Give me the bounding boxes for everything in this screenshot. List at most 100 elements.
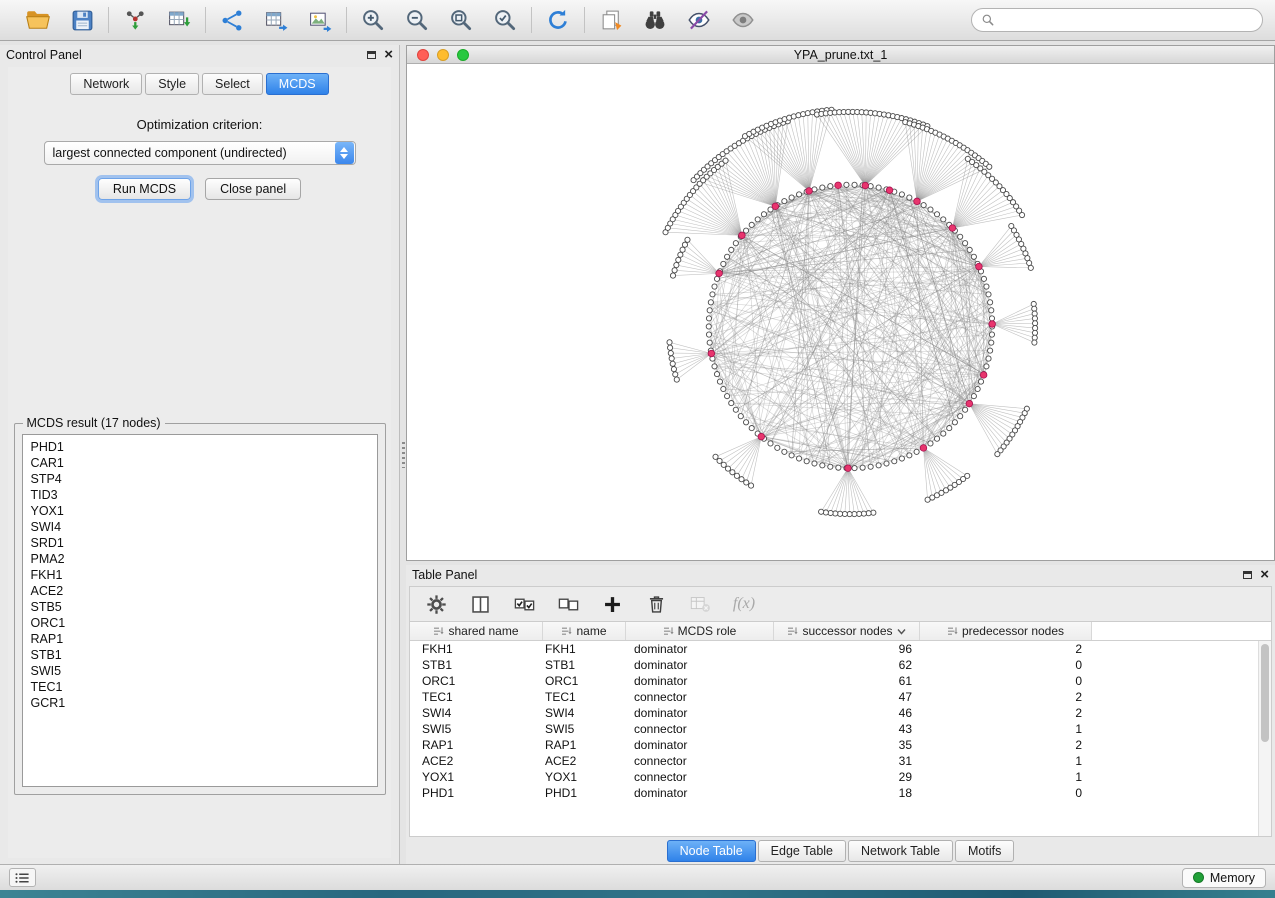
table-cell[interactable]: SWI4 — [410, 705, 543, 721]
table-cell[interactable]: 1 — [920, 753, 1092, 769]
table-cell[interactable]: 43 — [774, 721, 920, 737]
table-row[interactable]: ACE2ACE2connector311 — [410, 753, 1271, 769]
table-cell[interactable]: SWI5 — [410, 721, 543, 737]
tab-motifs[interactable]: Motifs — [955, 840, 1014, 862]
table-cell[interactable]: ACE2 — [410, 753, 543, 769]
mcds-result-item[interactable]: STB5 — [31, 599, 377, 615]
search-input[interactable] — [1001, 13, 1253, 27]
tab-network[interactable]: Network — [70, 73, 142, 95]
table-cell[interactable]: dominator — [626, 785, 774, 801]
network-canvas[interactable] — [407, 64, 1274, 560]
mcds-result-item[interactable]: FKH1 — [31, 567, 377, 583]
table-cell[interactable]: 31 — [774, 753, 920, 769]
mcds-result-item[interactable]: YOX1 — [31, 503, 377, 519]
delete-table-button[interactable] — [688, 592, 712, 616]
show-columns-button[interactable] — [468, 592, 492, 616]
table-cell[interactable]: RAP1 — [543, 737, 626, 753]
copy-button[interactable] — [597, 6, 625, 34]
table-cell[interactable]: dominator — [626, 673, 774, 689]
mcds-result-item[interactable]: STP4 — [31, 471, 377, 487]
table-cell[interactable]: PHD1 — [410, 785, 543, 801]
search-objects-button[interactable] — [641, 6, 669, 34]
table-cell[interactable]: connector — [626, 721, 774, 737]
import-table-button[interactable] — [165, 6, 193, 34]
table-row[interactable]: RAP1RAP1dominator352 — [410, 737, 1271, 753]
table-cell[interactable]: connector — [626, 689, 774, 705]
apply-layout-button[interactable] — [544, 6, 572, 34]
table-cell[interactable]: TEC1 — [543, 689, 626, 705]
table-cell[interactable]: 1 — [920, 721, 1092, 737]
table-row[interactable]: PHD1PHD1dominator180 — [410, 785, 1271, 801]
zoom-in-button[interactable] — [359, 6, 387, 34]
tab-node-table[interactable]: Node Table — [667, 840, 756, 862]
table-scrollbar[interactable] — [1258, 641, 1271, 836]
close-panel-button[interactable]: × — [384, 49, 393, 61]
tab-style[interactable]: Style — [145, 73, 199, 95]
table-row[interactable]: FKH1FKH1dominator962 — [410, 641, 1271, 657]
table-cell[interactable]: TEC1 — [410, 689, 543, 705]
tab-select[interactable]: Select — [202, 73, 263, 95]
table-cell[interactable]: SWI5 — [543, 721, 626, 737]
table-cell[interactable]: 96 — [774, 641, 920, 657]
mcds-result-list[interactable]: PHD1CAR1STP4TID3YOX1SWI4SRD1PMA2FKH1ACE2… — [22, 434, 378, 787]
tab-edge-table[interactable]: Edge Table — [758, 840, 846, 862]
table-cell[interactable]: 29 — [774, 769, 920, 785]
function-builder-button[interactable]: f(x) — [732, 592, 756, 616]
float-table-panel-button[interactable] — [1243, 571, 1252, 579]
table-cell[interactable]: FKH1 — [543, 641, 626, 657]
mcds-result-item[interactable]: ACE2 — [31, 583, 377, 599]
mcds-result-item[interactable]: GCR1 — [31, 695, 377, 711]
import-network-button[interactable] — [121, 6, 149, 34]
delete-column-button[interactable] — [644, 592, 668, 616]
table-cell[interactable]: ORC1 — [543, 673, 626, 689]
table-cell[interactable]: RAP1 — [410, 737, 543, 753]
network-graph[interactable] — [407, 64, 1274, 560]
table-row[interactable]: SWI5SWI5connector431 — [410, 721, 1271, 737]
table-cell[interactable]: 2 — [920, 641, 1092, 657]
zoom-fit-button[interactable] — [447, 6, 475, 34]
task-history-button[interactable] — [9, 868, 36, 887]
table-cell[interactable]: ORC1 — [410, 673, 543, 689]
table-cell[interactable]: 2 — [920, 737, 1092, 753]
table-cell[interactable]: 0 — [920, 657, 1092, 673]
table-cell[interactable]: 0 — [920, 673, 1092, 689]
mcds-result-item[interactable]: PHD1 — [31, 439, 377, 455]
table-cell[interactable]: 0 — [920, 785, 1092, 801]
table-cell[interactable]: 1 — [920, 769, 1092, 785]
table-cell[interactable]: 47 — [774, 689, 920, 705]
table-row[interactable]: TEC1TEC1connector472 — [410, 689, 1271, 705]
table-cell[interactable]: ACE2 — [543, 753, 626, 769]
zoom-out-button[interactable] — [403, 6, 431, 34]
show-all-button[interactable] — [729, 6, 757, 34]
export-table-button[interactable] — [262, 6, 290, 34]
mcds-result-item[interactable]: SWI4 — [31, 519, 377, 535]
network-window-titlebar[interactable]: YPA_prune.txt_1 — [407, 46, 1274, 64]
window-close-button[interactable] — [417, 49, 429, 61]
close-panel-action-button[interactable]: Close panel — [205, 178, 301, 200]
column-header-predecessor-nodes[interactable]: predecessor nodes — [920, 622, 1092, 640]
export-network-button[interactable] — [218, 6, 246, 34]
table-scrollbar-thumb[interactable] — [1261, 644, 1269, 742]
column-header-successor-nodes[interactable]: successor nodes — [774, 622, 920, 640]
run-mcds-button[interactable]: Run MCDS — [98, 178, 191, 200]
mcds-result-item[interactable]: TID3 — [31, 487, 377, 503]
table-cell[interactable]: STB1 — [410, 657, 543, 673]
column-header-mcds-role[interactable]: MCDS role — [626, 622, 774, 640]
table-cell[interactable]: 2 — [920, 705, 1092, 721]
add-column-button[interactable] — [600, 592, 624, 616]
table-cell[interactable]: connector — [626, 769, 774, 785]
float-panel-button[interactable] — [367, 51, 376, 59]
open-file-button[interactable] — [24, 6, 52, 34]
column-header-shared-name[interactable]: shared name — [410, 622, 543, 640]
table-cell[interactable]: 62 — [774, 657, 920, 673]
table-cell[interactable]: 2 — [920, 689, 1092, 705]
deselect-all-button[interactable] — [556, 592, 580, 616]
table-cell[interactable]: dominator — [626, 737, 774, 753]
memory-button[interactable]: Memory — [1182, 868, 1266, 888]
mcds-result-item[interactable]: PMA2 — [31, 551, 377, 567]
zoom-selected-button[interactable] — [491, 6, 519, 34]
table-cell[interactable]: STB1 — [543, 657, 626, 673]
export-image-button[interactable] — [306, 6, 334, 34]
table-cell[interactable]: dominator — [626, 657, 774, 673]
column-header-name[interactable]: name — [543, 622, 626, 640]
